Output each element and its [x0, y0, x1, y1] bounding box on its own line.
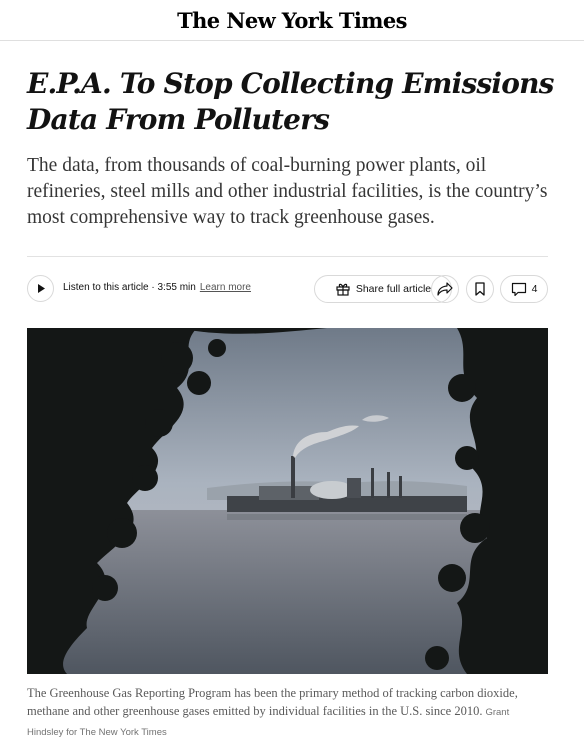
divider — [27, 256, 548, 257]
share-button[interactable] — [431, 275, 459, 303]
article-summary: The data, from thousands of coal-burning… — [27, 155, 548, 228]
photo-caption: The Greenhouse Gas Reporting Program has… — [27, 684, 548, 742]
learn-more-link[interactable]: Learn more — [200, 282, 251, 293]
nyt-logo[interactable]: The New York Times — [177, 8, 407, 33]
article-photo[interactable] — [27, 328, 548, 674]
share-label: Share full article — [355, 283, 432, 295]
article-toolbar: Listen to this article · 3:55 min Learn m… — [27, 274, 548, 304]
listen-label: Listen to this article · 3:55 min — [63, 282, 196, 293]
gift-icon — [336, 283, 350, 296]
comments-button[interactable]: 4 — [500, 275, 548, 303]
caption-text: The Greenhouse Gas Reporting Program has… — [27, 686, 518, 718]
comment-icon — [511, 282, 526, 296]
listen-info: Listen to this article · 3:55 min Learn m… — [63, 282, 251, 293]
comment-count: 4 — [531, 283, 538, 295]
share-icon — [437, 282, 453, 296]
masthead: The New York Times — [0, 0, 584, 41]
save-button[interactable] — [466, 275, 494, 303]
bookmark-icon — [475, 282, 485, 296]
listen-play-button[interactable] — [27, 275, 54, 302]
play-icon — [37, 284, 45, 293]
article-headline: E.P.A. To Stop Collecting Emissions Data… — [27, 67, 554, 136]
